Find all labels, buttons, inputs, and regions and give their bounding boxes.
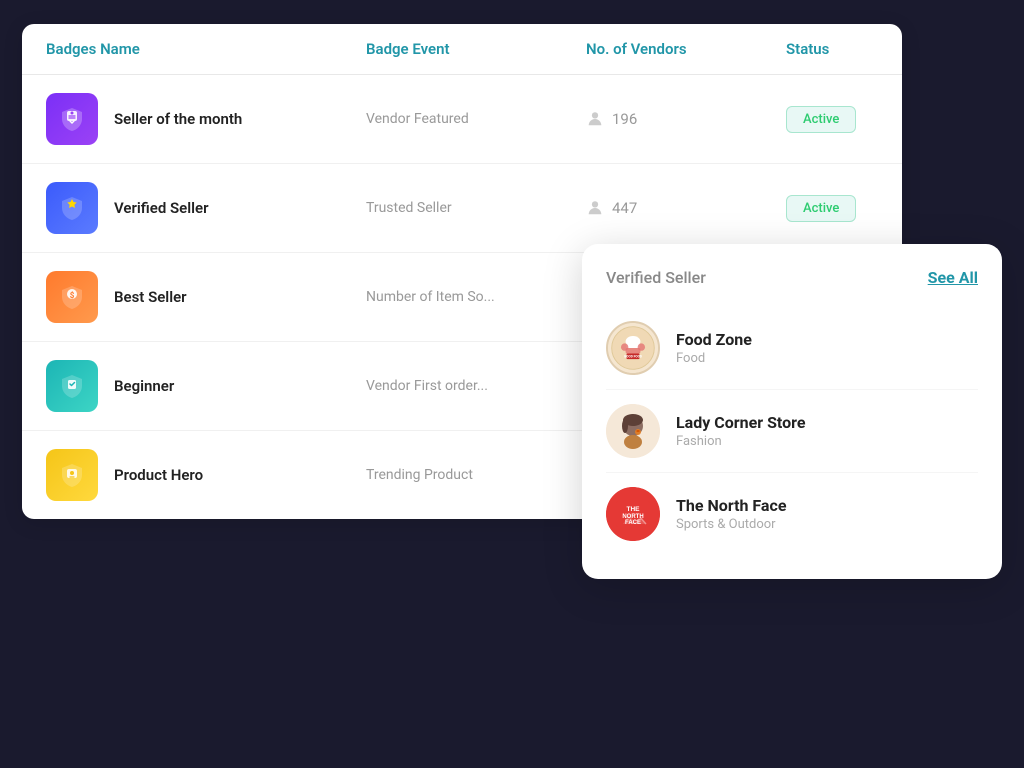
- badge-cell: $ Best Seller: [46, 271, 366, 323]
- vendor-count-verified: 447: [586, 199, 786, 217]
- vendor-category: Fashion: [676, 434, 806, 449]
- svg-text:THE: THE: [627, 506, 641, 513]
- vendor-category: Food: [676, 351, 752, 366]
- vendor-name: Lady Corner Store: [676, 413, 806, 432]
- food-zone-logo: GOOD FOOD: [608, 321, 658, 375]
- badge-cell: Seller of the month: [46, 93, 366, 145]
- status-cell-verified: Active: [786, 195, 902, 222]
- vendor-info: The North Face Sports & Outdoor: [676, 496, 786, 532]
- badge-cell: Product Hero: [46, 449, 366, 501]
- vendor-number: 196: [612, 110, 637, 128]
- vendor-name: Food Zone: [676, 330, 752, 349]
- vendor-info: Lady Corner Store Fashion: [676, 413, 806, 449]
- badge-event-verified: Trusted Seller: [366, 200, 586, 216]
- vendor-number: 447: [612, 199, 637, 217]
- header-no-vendors: No. of Vendors: [586, 40, 786, 58]
- popup-header: Verified Seller See All: [606, 268, 978, 287]
- badge-icon-verified: [46, 182, 98, 234]
- badge-icon-seller-month: [46, 93, 98, 145]
- badge-cell: Verified Seller: [46, 182, 366, 234]
- vendor-item: Lady Corner Store Fashion: [606, 390, 978, 473]
- vendor-avatar-food-zone: GOOD FOOD: [606, 321, 660, 375]
- badge-event-product-hero: Trending Product: [366, 467, 586, 483]
- see-all-link[interactable]: See All: [928, 268, 978, 287]
- svg-text:GOOD FOOD: GOOD FOOD: [624, 355, 642, 359]
- vendor-info: Food Zone Food: [676, 330, 752, 366]
- badge-event-beginner: Vendor First order...: [366, 378, 586, 394]
- popup-title: Verified Seller: [606, 268, 706, 287]
- badge-event-seller-month: Vendor Featured: [366, 111, 586, 127]
- lady-corner-logo: [606, 404, 660, 458]
- north-face-logo: THE NORTH FACE: [606, 487, 660, 541]
- badge-name-seller-month: Seller of the month: [114, 110, 242, 128]
- person-icon: [586, 199, 604, 217]
- badge-name-product-hero: Product Hero: [114, 466, 203, 484]
- svg-text:$: $: [70, 291, 75, 300]
- vendor-category: Sports & Outdoor: [676, 517, 786, 532]
- vendor-popup: Verified Seller See All GOOD FO: [582, 244, 1002, 579]
- badge-icon-product-hero: [46, 449, 98, 501]
- badge-icon-bestseller: $: [46, 271, 98, 323]
- badge-cell: Beginner: [46, 360, 366, 412]
- person-icon: [586, 110, 604, 128]
- status-badge-active: Active: [786, 106, 856, 133]
- vendor-count-seller-month: 196: [586, 110, 786, 128]
- status-cell-seller-month: Active: [786, 106, 902, 133]
- table-row: Verified Seller Trusted Seller 447 Activ…: [22, 164, 902, 253]
- vendor-item: THE NORTH FACE The North Face Sports & O…: [606, 473, 978, 555]
- header-badge-event: Badge Event: [366, 40, 586, 58]
- header-status: Status: [786, 40, 902, 58]
- status-badge-active: Active: [786, 195, 856, 222]
- vendor-item: GOOD FOOD Food Zone Food: [606, 307, 978, 390]
- vendor-avatar-lady-corner: [606, 404, 660, 458]
- badge-name-verified: Verified Seller: [114, 199, 208, 217]
- table-header: Badges Name Badge Event No. of Vendors S…: [22, 24, 902, 75]
- vendor-name: The North Face: [676, 496, 786, 515]
- badge-event-bestseller: Number of Item So...: [366, 289, 586, 305]
- badge-icon-beginner: [46, 360, 98, 412]
- vendor-avatar-north-face: THE NORTH FACE: [606, 487, 660, 541]
- header-badges-name: Badges Name: [46, 40, 366, 58]
- badge-name-beginner: Beginner: [114, 377, 174, 395]
- badge-name-bestseller: Best Seller: [114, 288, 187, 306]
- table-row: Seller of the month Vendor Featured 196 …: [22, 75, 902, 164]
